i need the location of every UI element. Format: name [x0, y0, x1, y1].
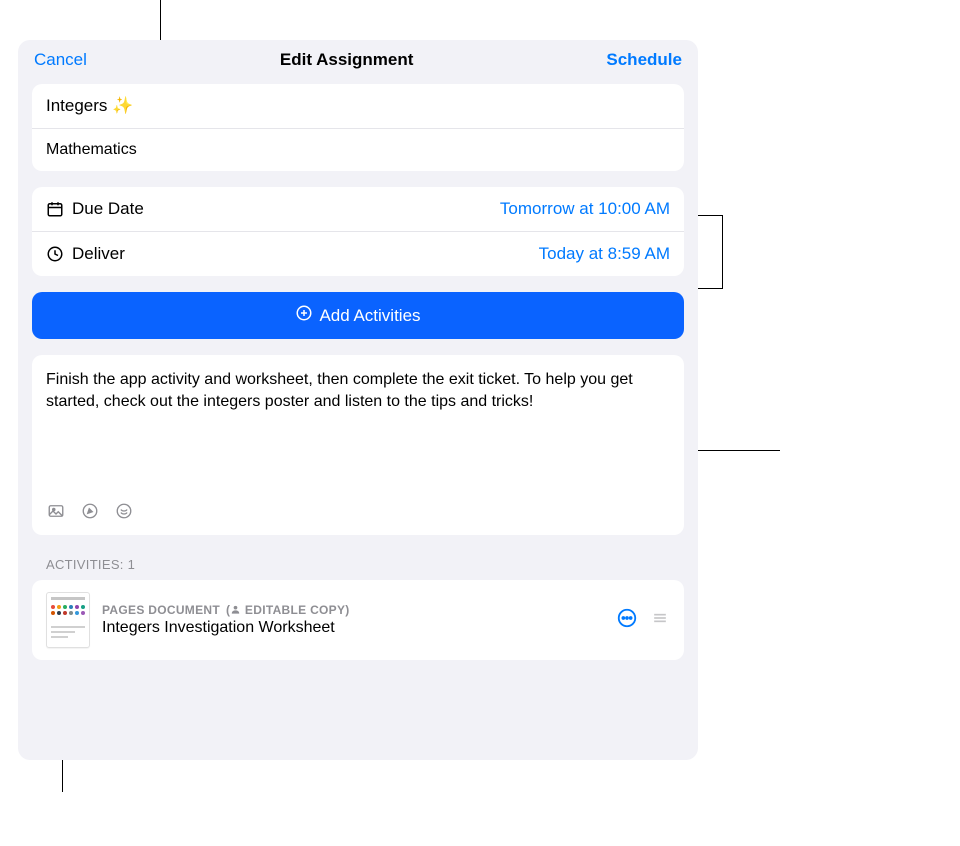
clock-icon: [46, 245, 64, 263]
activity-type-label: PAGES DOCUMENT: [102, 603, 220, 617]
activity-title: Integers Investigation Worksheet: [102, 619, 604, 637]
deliver-label: Deliver: [72, 244, 125, 264]
ellipsis-circle-icon[interactable]: [616, 607, 638, 634]
assignment-subject-row[interactable]: Mathematics: [32, 128, 684, 171]
description-card: Finish the app activity and worksheet, t…: [32, 355, 684, 535]
audio-icon[interactable]: [114, 501, 134, 521]
callout-bracket: [698, 288, 722, 289]
activity-badge: ( EDITABLE COPY): [226, 603, 350, 617]
deliver-row[interactable]: Deliver Today at 8:59 AM: [32, 231, 684, 276]
assignment-title-row[interactable]: [32, 84, 684, 128]
calendar-icon: [46, 200, 64, 218]
due-date-row[interactable]: Due Date Tomorrow at 10:00 AM: [32, 187, 684, 231]
add-activities-label: Add Activities: [319, 306, 420, 326]
due-date-value[interactable]: Tomorrow at 10:00 AM: [500, 199, 670, 219]
activity-item[interactable]: PAGES DOCUMENT ( EDITABLE COPY) Integers…: [32, 580, 684, 660]
due-date-label: Due Date: [72, 199, 144, 219]
plus-circle-icon: [295, 304, 313, 327]
schedule-card: Due Date Tomorrow at 10:00 AM Deliver To…: [32, 187, 684, 276]
draw-icon[interactable]: [80, 501, 100, 521]
add-activities-button[interactable]: Add Activities: [32, 292, 684, 339]
callout-bracket: [722, 215, 723, 289]
activity-meta: PAGES DOCUMENT ( EDITABLE COPY): [102, 603, 604, 617]
edit-assignment-sheet: Cancel Edit Assignment Schedule Mathemat…: [18, 40, 698, 760]
activity-actions: [616, 607, 670, 634]
cancel-button[interactable]: Cancel: [34, 50, 87, 70]
activity-thumbnail: [46, 592, 90, 648]
schedule-button[interactable]: Schedule: [606, 50, 682, 70]
title-subject-card: Mathematics: [32, 84, 684, 171]
assignment-title-input[interactable]: [46, 96, 670, 116]
activity-info: PAGES DOCUMENT ( EDITABLE COPY) Integers…: [102, 603, 604, 637]
assignment-subject-label: Mathematics: [46, 141, 137, 159]
deliver-value[interactable]: Today at 8:59 AM: [539, 244, 670, 264]
activities-section-label: ACTIVITIES: 1: [46, 557, 670, 572]
callout-bracket: [698, 215, 722, 216]
sheet-header: Cancel Edit Assignment Schedule: [18, 40, 698, 84]
photo-icon[interactable]: [46, 501, 66, 521]
sheet-title: Edit Assignment: [280, 50, 414, 70]
description-toolbar: [46, 501, 670, 521]
reorder-icon[interactable]: [650, 608, 670, 633]
description-text[interactable]: Finish the app activity and worksheet, t…: [46, 369, 670, 477]
